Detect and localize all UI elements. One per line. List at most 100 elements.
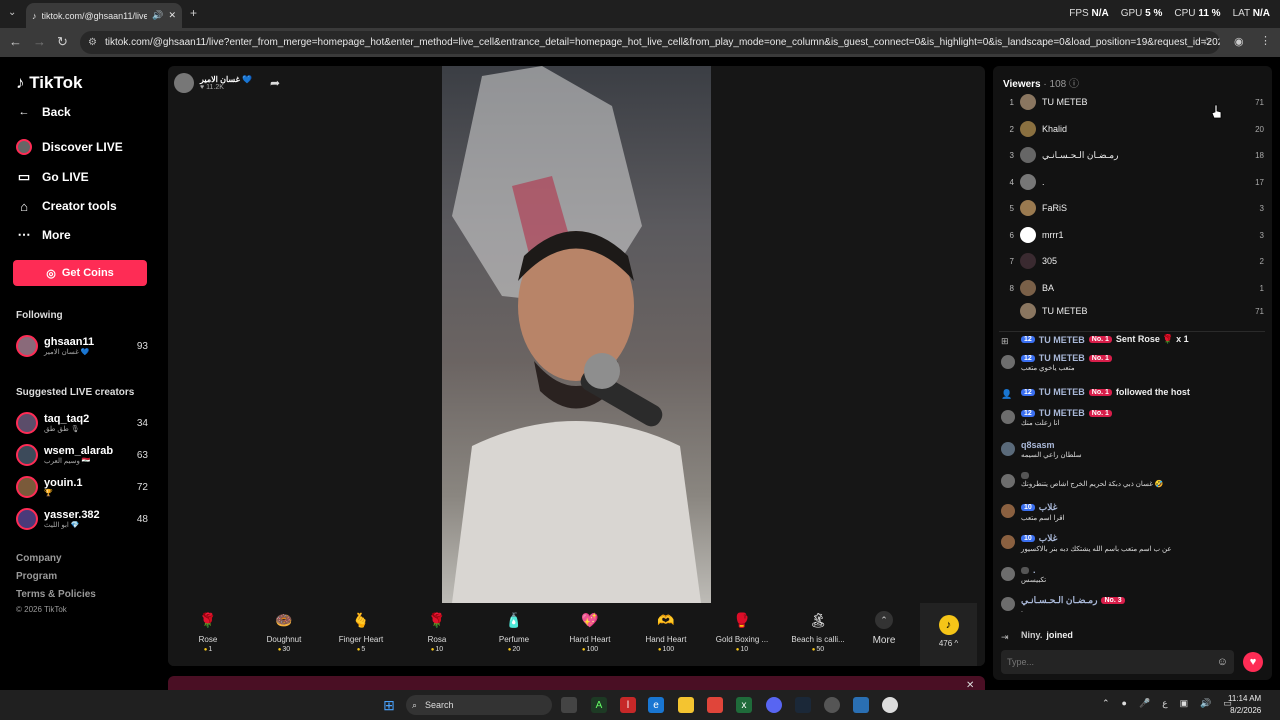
divider — [999, 331, 1265, 332]
app-icon[interactable] — [824, 697, 840, 713]
site-info-icon[interactable]: ⚙ — [88, 37, 97, 48]
rosa-icon: 🌹 — [428, 611, 446, 628]
file-explorer-icon[interactable] — [678, 697, 694, 713]
app-icon[interactable]: A — [591, 697, 607, 713]
host-info[interactable]: غسان الامير 💙 ♥ 11.2K — [174, 72, 252, 94]
gift-item[interactable]: 🫶Hand Heart100 — [630, 609, 702, 654]
tab-list-icon[interactable]: ⌄ — [8, 7, 16, 18]
viewer-row[interactable]: 4. 17 — [993, 169, 1272, 195]
chat-input[interactable] — [1007, 657, 1217, 667]
viewer-row[interactable]: 7 305 2 — [993, 248, 1272, 274]
gift-item[interactable]: 🌹Rosa10 — [401, 609, 473, 654]
footer-terms-link[interactable]: Terms & Policies — [16, 589, 96, 600]
taskbar-search[interactable]: ⌕ Search — [406, 695, 552, 715]
avatar — [1001, 597, 1015, 611]
viewer-row[interactable]: 3 رمـضـان الـحـسـانـي 18 — [993, 142, 1272, 168]
nav-discover-live[interactable]: Discover LIVE — [16, 139, 123, 155]
windows-start-icon[interactable]: ⊞ — [381, 697, 397, 713]
avatar — [16, 508, 38, 530]
following-creator-item[interactable]: ghsaan11 غسان الامير 💙 93 — [16, 332, 148, 360]
clock[interactable]: 11:14 AM 8/2/2026 — [1228, 693, 1261, 717]
tiktok-logo[interactable]: ♪ TikTok — [16, 73, 82, 93]
gift-item[interactable]: 🫰Finger Heart5 — [325, 609, 397, 654]
nav-go-live[interactable]: ▭ Go LIVE — [16, 169, 89, 185]
gift-item[interactable]: 💖Hand Heart100 — [554, 609, 626, 654]
reload-icon[interactable]: ↻ — [57, 34, 68, 50]
chat-input-field[interactable]: ☺ — [1001, 650, 1234, 674]
live-video[interactable] — [442, 66, 711, 603]
footer-company-link[interactable]: Company — [16, 553, 62, 564]
avatar — [1020, 174, 1036, 190]
gift-item[interactable]: 🌹Rose1 — [172, 609, 244, 654]
gift-item[interactable]: 🍩Doughnut30 — [248, 609, 320, 654]
viewer-row[interactable]: 1 TU METEB 71 — [993, 89, 1272, 115]
follow-event-icon: 👤 — [1001, 389, 1013, 399]
get-coins-button[interactable]: ◎ Get Coins — [13, 260, 147, 286]
tab-close-icon[interactable]: ✕ — [168, 10, 176, 21]
suggested-creator-item[interactable]: taq_taq2 طق طق 🎙 34 — [16, 409, 148, 437]
viewer-row[interactable]: 6 mrrr1 3 — [993, 222, 1272, 248]
nav-more[interactable]: ⋯ More — [16, 227, 71, 243]
heart-like-button[interactable]: ♥ — [1243, 652, 1263, 672]
suggested-creator-item[interactable]: youin.1 🏆 72 — [16, 473, 148, 501]
emoji-icon[interactable]: ☺ — [1217, 656, 1228, 668]
discord-icon[interactable] — [766, 697, 782, 713]
brave-icon[interactable] — [707, 697, 723, 713]
address-bar[interactable]: ⚙ tiktok.com/@ghsaan11/live?enter_from_m… — [80, 31, 1220, 54]
share-icon[interactable]: ➦ — [270, 76, 280, 90]
avatar — [1001, 474, 1015, 488]
app-icon[interactable] — [853, 697, 869, 713]
forward-arrow-icon[interactable]: → — [33, 34, 46, 49]
promo-banner[interactable] — [168, 676, 985, 690]
suggested-creator-item[interactable]: wsem_alarab وسيم العرب 🇮🇶 63 — [16, 441, 148, 469]
chat-message: غسان ذبي دبكة لحريم الخرج اشاص يتنطرونك … — [1001, 472, 1266, 488]
host-avatar[interactable] — [174, 73, 194, 93]
avatar — [1001, 442, 1015, 456]
url-text: tiktok.com/@ghsaan11/live?enter_from_mer… — [104, 37, 1220, 48]
avatar — [1020, 280, 1036, 296]
coin-balance[interactable]: ♪ 476 ^ — [920, 603, 977, 666]
app-icon[interactable]: l — [620, 697, 636, 713]
more-dots-icon: ⋯ — [17, 227, 31, 242]
audio-icon[interactable]: 🔊 — [152, 10, 163, 21]
gift-item[interactable]: 🥊Gold Boxing ...10 — [706, 609, 778, 654]
back-circle-icon: ← — [18, 106, 30, 118]
avatar — [1020, 94, 1036, 110]
chat-message: ⊞ 12 TU METEB No. 1 Sent Rose 🌹 x 1 — [1001, 334, 1266, 350]
avatar — [1020, 253, 1036, 269]
avatar — [1020, 147, 1036, 163]
menu-dots-icon[interactable]: ⋮ — [1260, 34, 1271, 47]
new-tab-button[interactable]: + — [190, 6, 197, 20]
excel-icon[interactable]: x — [736, 697, 752, 713]
join-event-icon: ⇥ — [1001, 632, 1009, 642]
back-arrow-icon[interactable]: ← — [9, 34, 22, 49]
gift-item[interactable]: 🏝Beach is calli...50 — [782, 609, 854, 654]
hand-heart-icon: 💖 — [581, 611, 599, 628]
viewer-row-self[interactable]: TU METEB 71 — [993, 298, 1272, 324]
more-gifts-button[interactable]: ⌃ More — [864, 611, 904, 646]
chat-message: 12 TU METEB No. 1 متعب ياخوي متعب — [1001, 353, 1266, 372]
suggested-creator-item[interactable]: yasser.382 ابو الليث 💎 48 — [16, 505, 148, 533]
viewer-row[interactable]: 2 Khalid 20 — [993, 116, 1272, 142]
language-icon: ع — [1162, 698, 1168, 708]
gift-item[interactable]: 🧴Perfume20 — [478, 609, 550, 654]
chat-message: 10 غلاب اقرا اسم متعب — [1001, 502, 1266, 522]
viewers-chat-panel: Viewers · 108 ⓘ 1 TU METEB 71 2 Khalid 20 3ر… — [993, 66, 1272, 680]
live-stage: غسان الامير 💙 ♥ 11.2K ➦ 🌹Rose1 🍩Doughnut… — [168, 66, 985, 666]
avatar — [16, 412, 38, 434]
copyright: © 2026 TikTok — [16, 605, 67, 614]
chrome-icon[interactable] — [882, 697, 898, 713]
footer-program-link[interactable]: Program — [16, 571, 57, 582]
nav-creator-tools[interactable]: ⌂ Creator tools — [16, 198, 117, 214]
task-view-icon[interactable] — [561, 697, 577, 713]
profile-icon[interactable]: ◉ — [1234, 35, 1244, 48]
system-tray[interactable]: ⌃ ● 🎤 ع ▣ 🔊 ▭ — [1102, 698, 1232, 709]
steam-icon[interactable] — [795, 697, 811, 713]
boxing-glove-icon: 🥊 — [733, 611, 751, 628]
back-link[interactable]: ← Back — [16, 104, 71, 120]
suggested-heading: Suggested LIVE creators — [16, 387, 135, 398]
browser-tab[interactable]: ♪ tiktok.com/@ghsaan11/live 🔊 ✕ — [26, 3, 182, 28]
bookmark-star-icon[interactable]: ☆ — [1202, 35, 1212, 48]
viewer-row[interactable]: 5 FaRiS 3 — [993, 195, 1272, 221]
edge-icon[interactable]: e — [648, 697, 664, 713]
